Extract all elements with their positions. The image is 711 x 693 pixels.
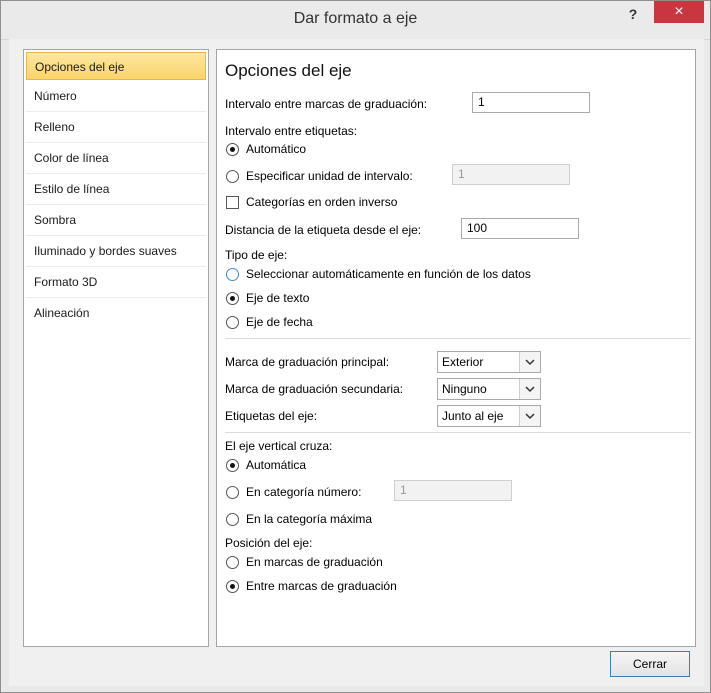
interval-marks-input[interactable]: 1 (472, 92, 590, 113)
label-interval-auto-label: Automático (246, 142, 307, 156)
nav-item-axis-options[interactable]: Opciones del eje (26, 52, 206, 80)
close-button[interactable]: Cerrar (610, 651, 690, 677)
dialog-body: Opciones del eje Número Relleno Color de… (9, 39, 704, 686)
label-distance-label: Distancia de la etiqueta desde el eje: (225, 223, 422, 237)
reverse-order-checkbox[interactable] (226, 196, 239, 209)
vertical-cross-max-radio[interactable] (226, 513, 239, 526)
minor-tick-label: Marca de graduación secundaria: (225, 382, 404, 396)
axis-type-date-label: Eje de fecha (246, 315, 313, 329)
axis-type-auto-radio[interactable] (226, 268, 239, 281)
minor-tick-value: Ninguno (442, 382, 487, 396)
major-tick-select[interactable]: Exterior (437, 351, 541, 373)
nav-item-number[interactable]: Número (26, 81, 206, 112)
vertical-cross-category-radio[interactable] (226, 486, 239, 499)
axis-position-between-radio[interactable] (226, 580, 239, 593)
vertical-cross-category-input[interactable]: 1 (394, 480, 512, 501)
reverse-order-label: Categorías en orden inverso (246, 195, 398, 209)
vertical-cross-category-label: En categoría número: (246, 485, 362, 499)
minor-tick-select[interactable]: Ninguno (437, 378, 541, 400)
panel-title: Opciones del eje (225, 61, 352, 80)
major-tick-label: Marca de graduación principal: (225, 355, 390, 369)
chevron-down-icon (519, 406, 540, 426)
section-divider (225, 338, 691, 339)
nav-item-glow-soft-edges[interactable]: Iluminado y bordes suaves (26, 236, 206, 267)
label-interval-specify-label: Especificar unidad de intervalo: (246, 169, 413, 183)
format-axis-dialog: Dar formato a eje ? × Opciones del eje N… (0, 0, 711, 693)
nav-item-line-style[interactable]: Estilo de línea (26, 174, 206, 205)
vertical-cross-heading: El eje vertical cruza: (225, 439, 333, 453)
vertical-cross-max-label: En la categoría máxima (246, 512, 373, 526)
section-divider (225, 432, 691, 433)
axis-type-text-label: Eje de texto (246, 291, 310, 305)
axis-type-heading: Tipo de eje: (225, 248, 288, 262)
axis-type-auto-label: Seleccionar automáticamente en función d… (246, 267, 531, 281)
nav-item-alignment[interactable]: Alineación (26, 298, 206, 329)
chevron-down-icon (519, 352, 540, 372)
axis-position-between-label: Entre marcas de graduación (246, 579, 397, 593)
label-distance-input[interactable]: 100 (461, 218, 579, 239)
axis-labels-label: Etiquetas del eje: (225, 409, 318, 423)
axis-options-panel: Opciones del eje Intervalo entre marcas … (216, 49, 696, 647)
nav-item-3d-format[interactable]: Formato 3D (26, 267, 206, 298)
label-interval-auto-radio[interactable] (226, 143, 239, 156)
axis-position-heading: Posición del eje: (225, 536, 313, 550)
chevron-down-icon (519, 379, 540, 399)
category-list: Opciones del eje Número Relleno Color de… (23, 49, 209, 647)
nav-item-line-color[interactable]: Color de línea (26, 143, 206, 174)
axis-type-date-radio[interactable] (226, 316, 239, 329)
dialog-title: Dar formato a eje (293, 10, 418, 27)
interval-marks-label: Intervalo entre marcas de graduación: (225, 97, 428, 111)
vertical-cross-auto-radio[interactable] (226, 459, 239, 472)
title-bar: Dar formato a eje ? × (1, 1, 710, 40)
major-tick-value: Exterior (442, 355, 484, 369)
label-interval-heading: Intervalo entre etiquetas: (225, 124, 358, 138)
vertical-cross-auto-label: Automática (246, 458, 307, 472)
nav-item-fill[interactable]: Relleno (26, 112, 206, 143)
help-button[interactable]: ? (622, 3, 644, 25)
axis-position-on-marks-label: En marcas de graduación (246, 555, 383, 569)
axis-labels-value: Junto al eje (442, 409, 504, 423)
axis-position-on-marks-radio[interactable] (226, 556, 239, 569)
label-interval-specify-radio[interactable] (226, 170, 239, 183)
nav-item-shadow[interactable]: Sombra (26, 205, 206, 236)
label-interval-specify-input[interactable]: 1 (452, 164, 570, 185)
close-window-button[interactable]: × (654, 1, 704, 23)
axis-type-text-radio[interactable] (226, 292, 239, 305)
axis-labels-select[interactable]: Junto al eje (437, 405, 541, 427)
